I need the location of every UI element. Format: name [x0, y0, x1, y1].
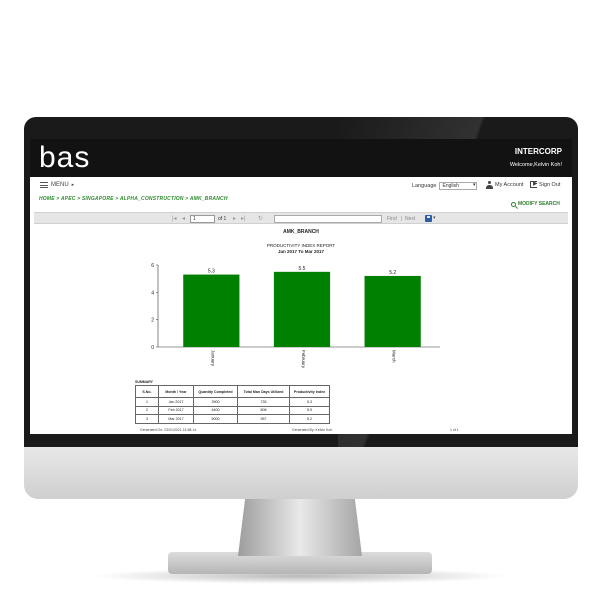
- header-productivity: Productivity Index: [289, 385, 330, 398]
- bar-march: [364, 275, 421, 347]
- cell: 5.5: [289, 405, 330, 415]
- cell: 808: [237, 405, 290, 415]
- my-account-link[interactable]: My Account: [486, 181, 523, 189]
- cell: 735: [237, 397, 290, 407]
- table-row: 1 Jan 2017 3900 735 5.3: [135, 397, 330, 407]
- y-tick-label: 0: [151, 345, 154, 351]
- cell: 5.2: [289, 414, 330, 424]
- report-title: PRODUCTIVITY INDEX REPORT: [266, 243, 336, 248]
- caret-right-icon: ▸: [71, 182, 75, 188]
- language-selector: Language English: [412, 182, 478, 190]
- cell: Feb 2017: [158, 405, 194, 415]
- breadcrumb[interactable]: HOME > APEC > SINGAPORE > ALPHA_CONSTRUC…: [39, 196, 228, 202]
- x-tick-label: January: [210, 350, 215, 367]
- data-label: 5.3: [208, 269, 215, 275]
- x-tick-label: March: [392, 350, 397, 363]
- data-label: 5.2: [389, 270, 396, 276]
- page-number-input[interactable]: 1: [190, 215, 215, 223]
- modify-search-button[interactable]: MODIFY SEARCH: [508, 199, 563, 209]
- bar-january: [183, 274, 240, 347]
- x-tick-label: February: [301, 350, 306, 369]
- find-link[interactable]: Find: [387, 216, 397, 222]
- bas-logo[interactable]: bas: [39, 141, 90, 175]
- monitor-chin: [24, 447, 578, 499]
- next-page-icon[interactable]: ▸: [233, 215, 236, 222]
- cell: 5.3: [289, 397, 330, 407]
- app-screen: bas INTERCORP Welcome,Kelvin Koh! MENU ▸…: [30, 139, 572, 434]
- report-footer: Generated On: 23/01/2021 14:58:14 Genera…: [30, 428, 572, 434]
- header-sno: S.No.: [135, 385, 159, 398]
- last-page-icon[interactable]: ▸|: [241, 215, 246, 222]
- search-icon: [511, 201, 516, 207]
- menu-label: MENU: [51, 182, 69, 188]
- find-input[interactable]: [274, 215, 382, 223]
- bar-february: [273, 271, 331, 347]
- cell: 957: [237, 414, 290, 424]
- modify-search-label: MODIFY SEARCH: [518, 201, 560, 207]
- cell: 5000: [193, 414, 238, 424]
- language-label: Language: [412, 183, 437, 189]
- first-page-icon[interactable]: |◂: [172, 215, 177, 222]
- sign-out-label: Sign Out: [539, 181, 561, 188]
- menu-button[interactable]: MENU ▸: [40, 182, 74, 188]
- cell: 1: [135, 397, 159, 407]
- company-name: INTERCORP: [514, 147, 562, 156]
- header-man-days: Total Man Days Utilized: [237, 385, 290, 398]
- report-branch-header: AMK_BRANCH: [283, 229, 319, 235]
- cell: 2: [135, 405, 159, 415]
- sign-out-link[interactable]: Sign Out: [530, 180, 561, 188]
- header-month-year: Month / Year: [158, 385, 194, 398]
- cell: Mar 2017: [158, 414, 194, 424]
- page-count: of 1: [218, 216, 227, 222]
- table-row: 3 Mar 2017 5000 957 5.2: [135, 414, 330, 424]
- welcome-text: Welcome,Kelvin Koh!: [509, 162, 562, 168]
- table-row: 2 Feb 2017 4400 808 5.5: [135, 405, 330, 415]
- summary-header-row: S.No. Month / Year Quantity Completed To…: [135, 385, 330, 398]
- user-icon: [486, 181, 493, 189]
- report-period: Jan 2017 To Mar 2017: [278, 249, 324, 254]
- y-tick-label: 4: [151, 290, 154, 296]
- export-dropdown-icon[interactable]: ▾: [433, 215, 436, 221]
- save-icon[interactable]: [425, 215, 432, 222]
- top-bar: bas INTERCORP Welcome,Kelvin Koh!: [30, 139, 572, 177]
- monitor-stand-neck: [238, 496, 362, 556]
- cell: 3: [135, 414, 159, 424]
- find-next-link[interactable]: Next: [405, 216, 415, 222]
- cell: Jan 2017: [158, 397, 194, 407]
- summary-label: SUMMARY: [135, 380, 153, 384]
- y-tick-label: 6: [151, 263, 154, 269]
- report-toolbar: |◂ ◂ 1 of 1 ▸ ▸| ↻ Find | Next ▾: [34, 212, 568, 224]
- my-account-label: My Account: [495, 182, 524, 188]
- data-label: 5.5: [299, 266, 306, 272]
- find-separator: |: [401, 216, 403, 222]
- hamburger-icon: [40, 182, 48, 188]
- generated-by: Generated By: Kelvin Koh: [292, 428, 333, 432]
- productivity-bar-chart: 0 2 4 6 5.3 January 5.5 February 5.2 March: [151, 263, 440, 369]
- y-tick-label: 2: [151, 318, 154, 324]
- footer-page: 1 of 1: [450, 428, 459, 432]
- language-select[interactable]: English: [439, 182, 478, 190]
- refresh-icon[interactable]: ↻: [258, 215, 263, 222]
- sign-out-icon: [530, 180, 538, 188]
- generated-on: Generated On: 23/01/2021 14:58:14: [140, 428, 197, 432]
- prev-page-icon[interactable]: ◂: [182, 215, 185, 222]
- summary-table: S.No. Month / Year Quantity Completed To…: [135, 385, 330, 424]
- cell: 3900: [193, 397, 238, 407]
- cell: 4400: [193, 405, 238, 415]
- header-quantity: Quantity Completed: [193, 385, 238, 398]
